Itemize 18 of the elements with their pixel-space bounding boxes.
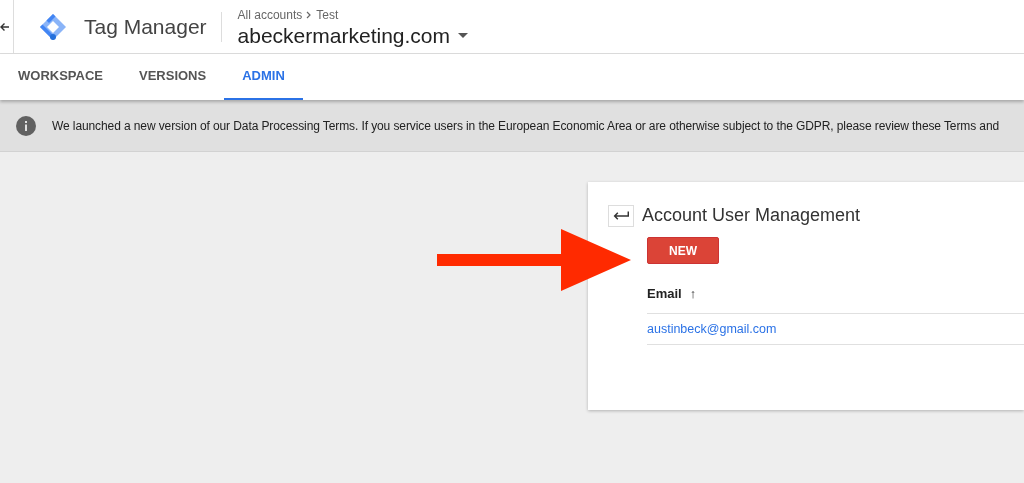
back-button[interactable] — [608, 204, 634, 227]
email-link[interactable]: austinbeck@gmail.com — [647, 319, 777, 339]
tab[interactable]: WORKSPACE — [0, 54, 121, 100]
back-arrow-icon[interactable] — [0, 21, 10, 32]
new-button[interactable]: NEW — [647, 237, 719, 264]
breadcrumb-link[interactable]: Test — [316, 5, 339, 24]
container-name[interactable]: abeckermarketing.com — [237, 23, 450, 48]
logo-icon — [38, 11, 68, 42]
sort-arrow[interactable]: ↑ — [689, 283, 697, 304]
tab[interactable]: VERSIONS — [121, 54, 225, 100]
panel-title: Account User Management — [642, 204, 861, 227]
column-header[interactable]: Email — [647, 283, 682, 304]
notice-text: We launched a new version of our Data Processing Terms. If you service users in the European Economic Area or are otherwise subject to the GDPR, please review these Terms and — [52, 117, 1000, 135]
breadcrumb-link[interactable]: All accounts — [237, 5, 303, 24]
product-name: Tag Manager — [84, 11, 222, 42]
dropdown-icon[interactable] — [458, 32, 468, 39]
chevron-icon — [306, 10, 313, 19]
info-icon — [16, 115, 36, 136]
